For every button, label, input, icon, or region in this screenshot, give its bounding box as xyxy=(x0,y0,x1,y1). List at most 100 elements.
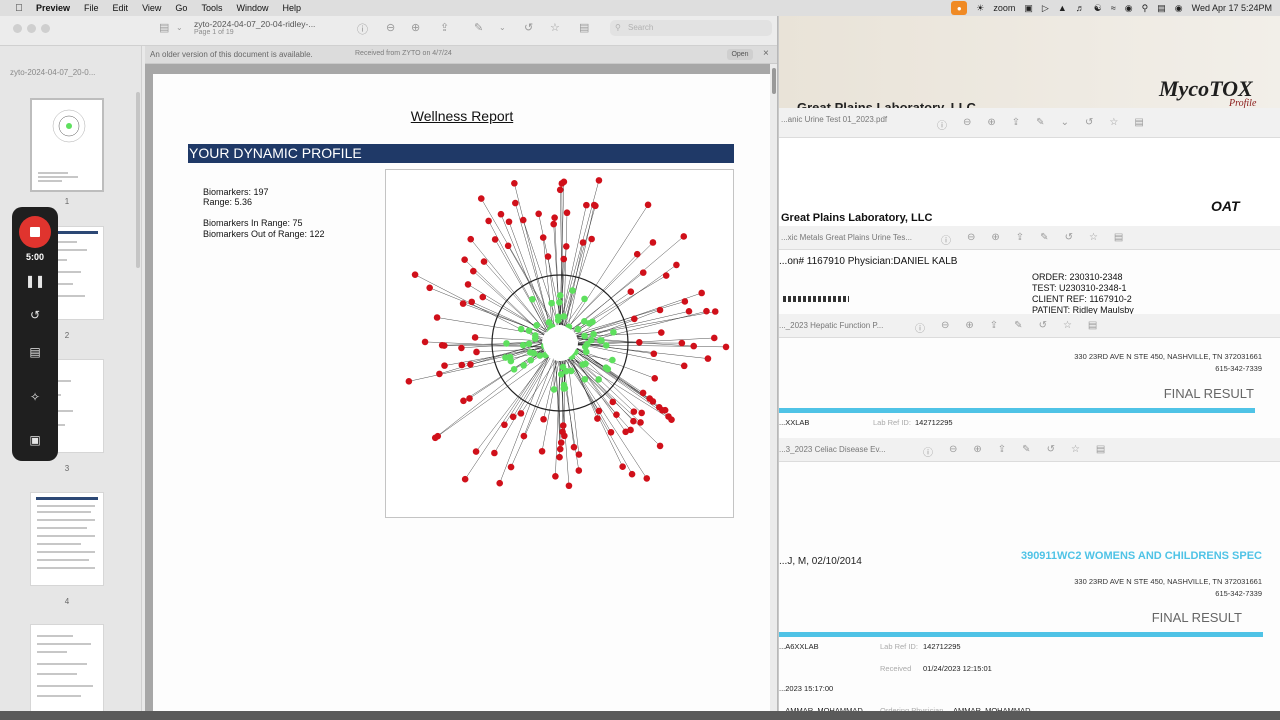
zoom-in-icon[interactable]: ⊕ xyxy=(973,444,981,459)
zoom-label[interactable]: zoom xyxy=(993,3,1015,13)
zoom-in-icon[interactable]: ⊕ xyxy=(987,117,995,132)
spoke-line xyxy=(554,217,560,326)
close-window-button[interactable] xyxy=(13,24,22,33)
brightness-icon[interactable]: ☀ xyxy=(976,3,984,14)
chevron-down-icon[interactable]: ⌄ xyxy=(176,23,183,32)
chevron-down-icon[interactable]: ⌄ xyxy=(499,23,506,32)
user-icon[interactable]: ◉ xyxy=(1125,3,1133,14)
in-range-point xyxy=(581,332,588,340)
stop-recording-button[interactable] xyxy=(19,216,51,248)
markup-icon[interactable]: ✎ xyxy=(1036,117,1044,132)
screen-icon[interactable]: ▣ xyxy=(1024,3,1033,14)
share-icon[interactable]: ⇪ xyxy=(1016,232,1024,247)
window-oat[interactable]: ...xic Metals Great Plains Urine Tes... … xyxy=(778,226,1280,322)
restart-icon[interactable]: ↺ xyxy=(12,308,58,322)
share-icon[interactable]: ⇪ xyxy=(440,21,449,34)
form-fill-icon[interactable]: ▤ xyxy=(579,21,589,34)
zoom-in-icon[interactable]: ⊕ xyxy=(991,232,999,247)
menu-window[interactable]: Window xyxy=(236,3,268,13)
zoom-out-icon[interactable]: ⊖ xyxy=(941,320,949,335)
volume-icon[interactable]: ♬ xyxy=(1076,3,1085,13)
window-celiac[interactable]: ...3_2023 Celiac Disease Ev... ⓘ ⊖ ⊕ ⇪ ✎ ↺ ☆ ▤ … xyxy=(778,438,1280,720)
share-icon[interactable]: ⇪ xyxy=(990,320,998,335)
preview-window[interactable]: ▤ ⌄ zyto-2024-04-07_20-04-ridley-... Pag… xyxy=(0,16,778,720)
menu-edit[interactable]: Edit xyxy=(113,3,129,13)
rotate-icon[interactable]: ↺ xyxy=(524,21,533,34)
info-icon[interactable]: ⓘ xyxy=(923,444,933,459)
zoom-in-icon[interactable]: ⊕ xyxy=(411,21,420,34)
markup-pen-icon[interactable]: ✎ xyxy=(474,21,483,34)
form-icon[interactable]: ▤ xyxy=(1134,117,1143,132)
rotate-icon[interactable]: ↺ xyxy=(1085,117,1093,132)
out-of-range-point xyxy=(681,298,689,305)
page-thumbnail-1[interactable] xyxy=(30,98,104,192)
microphone-icon[interactable]: ● xyxy=(951,1,968,15)
document-title[interactable]: zyto-2024-04-07_20-04-ridley-... xyxy=(194,19,315,29)
zoom-out-icon[interactable]: ⊖ xyxy=(949,444,957,459)
sidebar-toggle-icon[interactable]: ▤ xyxy=(159,21,169,34)
menu-help[interactable]: Help xyxy=(282,3,301,13)
info-icon[interactable]: ⓘ xyxy=(941,232,951,247)
notification-icon[interactable]: ▲ xyxy=(1058,3,1067,13)
annotate-icon[interactable]: ☆ xyxy=(1071,444,1080,459)
highlight-icon[interactable]: ☆ xyxy=(550,21,560,34)
window-mycotox[interactable]: MycoTOX Profile Great Plains Laboratory,… xyxy=(778,16,1280,112)
info-icon[interactable]: ⓘ xyxy=(915,320,925,335)
open-older-version-button[interactable]: Open xyxy=(727,49,753,60)
title-bar[interactable]: ▤ ⌄ zyto-2024-04-07_20-04-ridley-... Pag… xyxy=(0,16,777,46)
out-of-range-point xyxy=(436,370,443,378)
pause-icon[interactable]: ❚❚ xyxy=(12,274,58,288)
rotate-icon[interactable]: ↺ xyxy=(1047,444,1055,459)
play-icon[interactable]: ▷ xyxy=(1042,3,1049,14)
spotlight-icon[interactable]: ⚲ xyxy=(1142,3,1149,14)
control-center-icon[interactable]: ▤ xyxy=(1157,3,1166,14)
zoom-out-icon[interactable]: ⊖ xyxy=(386,21,395,34)
effects-icon[interactable]: ✧ xyxy=(12,390,58,404)
document-scroll-thumb[interactable] xyxy=(772,68,776,94)
close-icon[interactable]: × xyxy=(763,48,769,59)
bluetooth-icon[interactable]: ☯ xyxy=(1094,3,1102,14)
search-input[interactable]: ⚲ Search xyxy=(610,20,772,36)
trash-icon[interactable]: ▤ xyxy=(12,345,58,359)
share-icon[interactable]: ⇪ xyxy=(1012,117,1020,132)
menu-tools[interactable]: Tools xyxy=(201,3,222,13)
zoom-in-icon[interactable]: ⊕ xyxy=(965,320,973,335)
annotate-icon[interactable]: ☆ xyxy=(1063,320,1072,335)
zoom-out-icon[interactable]: ⊖ xyxy=(963,117,971,132)
document-scrollbar[interactable] xyxy=(770,64,777,720)
form-icon[interactable]: ▤ xyxy=(1114,232,1123,247)
clock[interactable]: Wed Apr 17 5:24PM xyxy=(1192,3,1272,13)
rotate-icon[interactable]: ↺ xyxy=(1065,232,1073,247)
markup-icon[interactable]: ✎ xyxy=(1014,320,1022,335)
rotate-icon[interactable]: ↺ xyxy=(1039,320,1047,335)
menu-file[interactable]: File xyxy=(84,3,99,13)
annotate-icon[interactable]: ☆ xyxy=(1089,232,1098,247)
window-mycotox-doc[interactable]: ...anic Urine Test 01_2023.pdf ⓘ ⊖ ⊕ ⇪ ✎ ⌄ ↺ ☆ ▤… xyxy=(778,108,1280,228)
form-icon[interactable]: ▤ xyxy=(1088,320,1097,335)
biomarkers-out-of-range: Biomarkers Out of Range: 122 xyxy=(203,229,325,239)
minimize-window-button[interactable] xyxy=(27,24,36,33)
window-hepatic[interactable]: ..._2023 Hepatic Function P... ⓘ ⊖ ⊕ ⇪ ✎ ↺ ☆ ▤ … xyxy=(778,314,1280,438)
menu-go[interactable]: Go xyxy=(175,3,187,13)
sidebar-scrollbar[interactable] xyxy=(136,92,140,268)
chevron-down-icon[interactable]: ⌄ xyxy=(1061,117,1069,132)
menu-app[interactable]: Preview xyxy=(36,3,70,13)
recording-timer: 5:00 xyxy=(25,252,44,262)
annotate-icon[interactable]: ☆ xyxy=(1109,117,1118,132)
siri-icon[interactable]: ◉ xyxy=(1175,3,1183,14)
page-thumbnail-5[interactable] xyxy=(30,624,104,718)
menu-view[interactable]: View xyxy=(142,3,161,13)
info-icon[interactable]: ⓘ xyxy=(937,117,947,132)
camera-icon[interactable]: ▣ xyxy=(12,433,58,447)
zoom-window-button[interactable] xyxy=(41,24,50,33)
zoom-out-icon[interactable]: ⊖ xyxy=(967,232,975,247)
apple-menu-icon[interactable]:  xyxy=(12,3,26,14)
page-thumbnail-4[interactable] xyxy=(30,492,104,586)
markup-icon[interactable]: ✎ xyxy=(1040,232,1048,247)
markup-icon[interactable]: ✎ xyxy=(1022,444,1030,459)
document-view[interactable]: Wellness Report YOUR DYNAMIC PROFILE Bio… xyxy=(145,64,771,720)
wifi-icon[interactable]: ≈ xyxy=(1111,3,1116,13)
form-icon[interactable]: ▤ xyxy=(1096,444,1105,459)
share-icon[interactable]: ⇪ xyxy=(998,444,1006,459)
info-icon[interactable]: ⓘ xyxy=(357,21,368,37)
